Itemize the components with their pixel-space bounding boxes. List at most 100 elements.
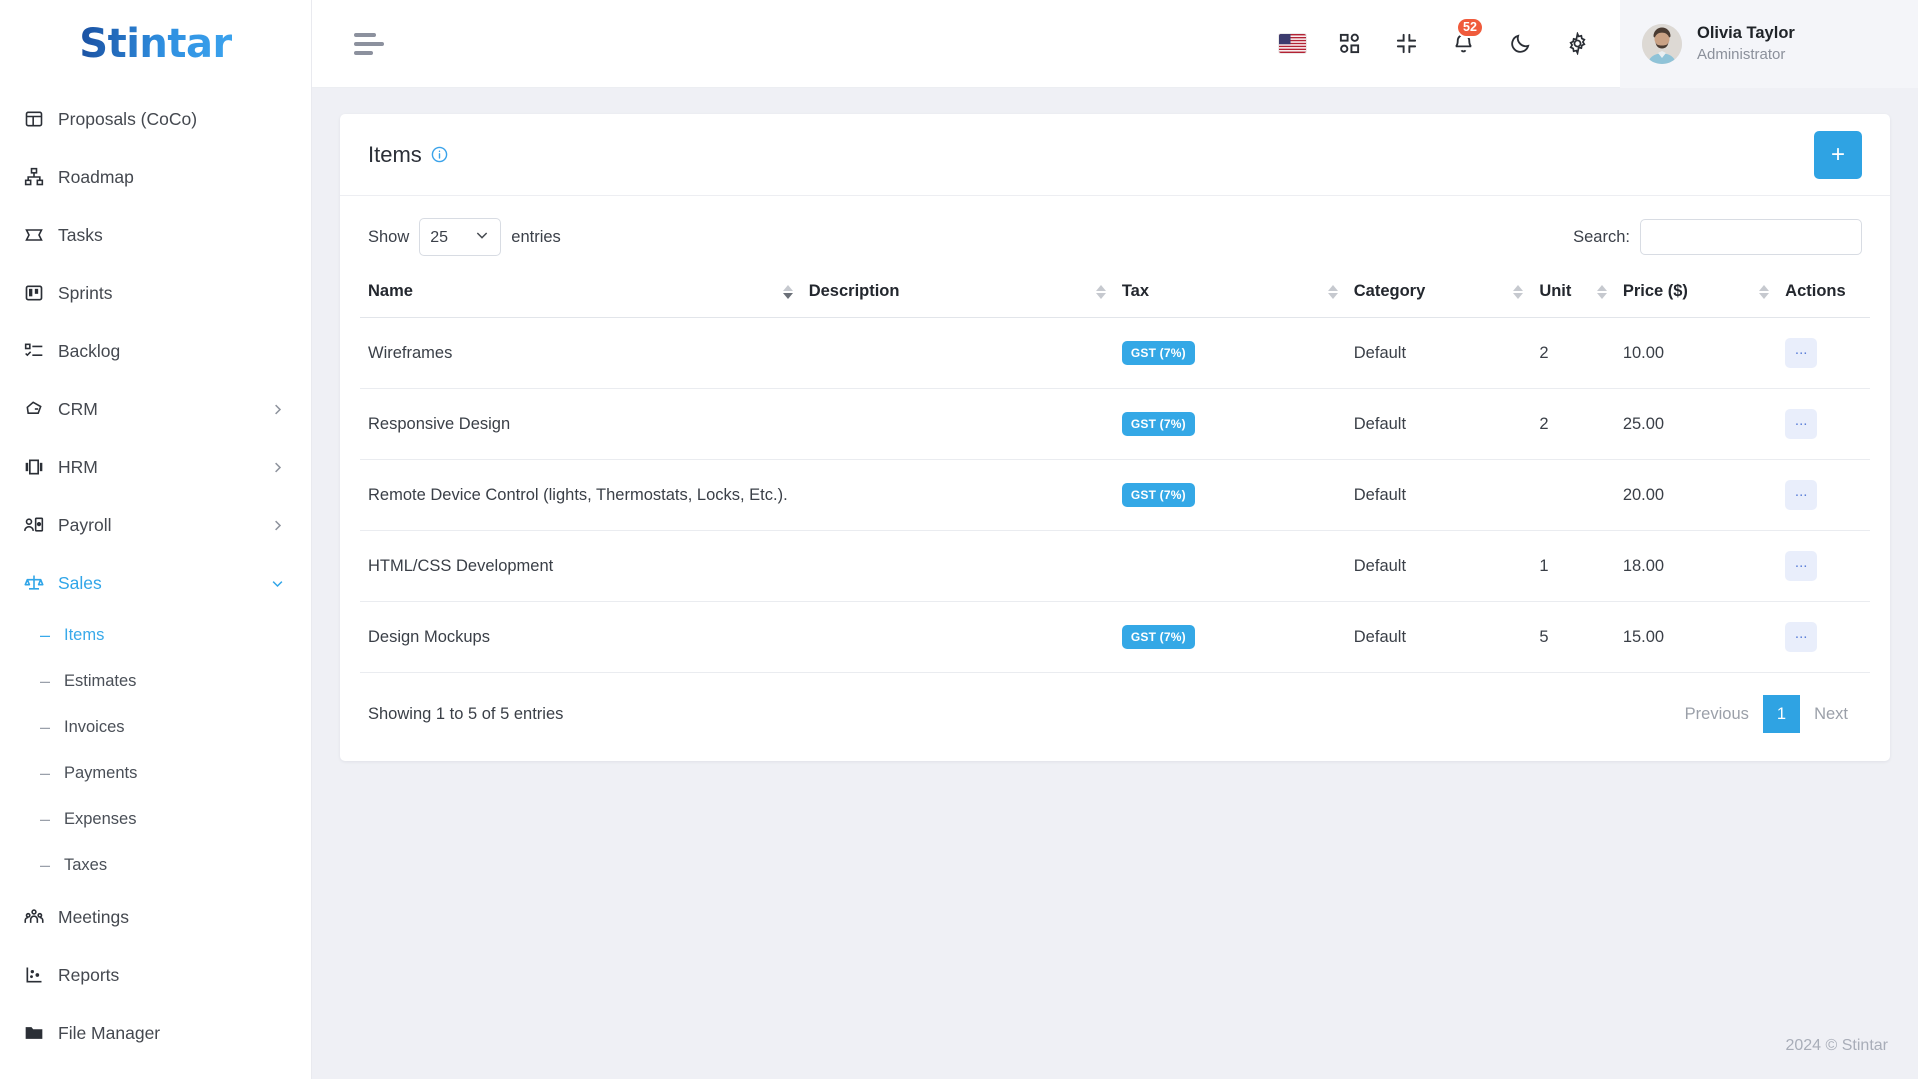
dash-icon: – [40, 762, 51, 783]
topbar-icons: 52 [1277, 16, 1620, 59]
tax-badge: GST (7%) [1121, 625, 1195, 649]
column-label: Actions [1785, 282, 1846, 300]
sidebar-subitem-label: Items [64, 625, 105, 644]
sidebar-subitem-estimates[interactable]: – Estimates [0, 658, 311, 704]
cell-description [800, 317, 1114, 389]
column-header-actions: Actions [1777, 272, 1870, 318]
cell-description [800, 388, 1114, 460]
cell-actions: ... [1777, 317, 1870, 389]
table-row[interactable]: Design Mockups GST (7%) Default 5 15.00 … [360, 601, 1870, 673]
items-table: Name Description Tax Category Unit Price… [360, 272, 1870, 673]
hamburger-icon[interactable] [354, 32, 384, 55]
search-input[interactable] [1640, 219, 1862, 255]
sidebar-item-label: Proposals (CoCo) [58, 108, 198, 129]
sidebar-subitem-invoices[interactable]: – Invoices [0, 704, 311, 750]
row-actions-button[interactable]: ... [1785, 338, 1818, 368]
table-row[interactable]: Remote Device Control (lights, Thermosta… [360, 459, 1870, 531]
cell-unit: 1 [1531, 530, 1615, 602]
sidebar-subitem-label: Expenses [64, 809, 137, 828]
cell-name: Wireframes [360, 317, 801, 389]
cell-description [800, 601, 1114, 673]
sidebar-item-payroll[interactable]: Payroll [0, 496, 311, 554]
sidebar-item-reports[interactable]: Reports [0, 946, 311, 1004]
cell-actions: ... [1777, 459, 1870, 531]
sidebar-item-backlog[interactable]: Backlog [0, 322, 311, 380]
sidebar-item-tasks[interactable]: Tasks [0, 206, 311, 264]
dash-icon: – [40, 854, 51, 875]
cell-category: Default [1345, 459, 1532, 531]
card-title-text: Items [368, 141, 422, 167]
cell-actions: ... [1777, 388, 1870, 460]
fullscreen-exit-icon[interactable] [1391, 29, 1421, 59]
info-circle-icon[interactable] [431, 146, 448, 163]
cell-name: HTML/CSS Development [360, 530, 801, 602]
sidebar-item-meetings[interactable]: Meetings [0, 888, 311, 946]
user-profile[interactable]: Olivia Taylor Administrator [1620, 0, 1918, 88]
add-item-button[interactable]: + [1814, 130, 1862, 179]
reports-icon [24, 965, 58, 985]
search-label: Search: [1573, 227, 1630, 246]
sidebar-item-hrm[interactable]: HRM [0, 438, 311, 496]
sidebar-item-label: Sales [58, 572, 102, 593]
tasks-icon [24, 225, 58, 245]
copyright-text: 2024 © Stintar [1785, 1037, 1888, 1054]
sidebar-item-proposals[interactable]: Proposals (CoCo) [0, 90, 311, 148]
sidebar-subitem-expenses[interactable]: – Expenses [0, 796, 311, 842]
column-header-category[interactable]: Category [1345, 272, 1532, 318]
sidebar-item-file-manager[interactable]: File Manager [0, 1004, 311, 1062]
sidebar-item-label: Sprints [58, 282, 113, 303]
column-header-description[interactable]: Description [800, 272, 1114, 318]
backlog-icon [24, 341, 58, 361]
pagination-next[interactable]: Next [1800, 695, 1862, 733]
row-actions-button[interactable]: ... [1785, 551, 1818, 581]
column-label: Unit [1539, 282, 1572, 300]
sidebar-subitem-payments[interactable]: – Payments [0, 750, 311, 796]
chevron-right-icon [270, 460, 285, 475]
sidebar-subitem-taxes[interactable]: – Taxes [0, 842, 311, 888]
column-header-tax[interactable]: Tax [1113, 272, 1346, 318]
sidebar-item-crm[interactable]: CRM [0, 380, 311, 438]
sort-icon [1327, 284, 1338, 299]
sidebar-item-roadmap[interactable]: Roadmap [0, 148, 311, 206]
sidebar-subitem-label: Taxes [64, 855, 108, 874]
table-row[interactable]: HTML/CSS Development Default 1 18.00 ... [360, 530, 1870, 602]
column-label: Price ($) [1622, 282, 1688, 300]
sort-icon [1095, 284, 1106, 299]
row-actions-button[interactable]: ... [1785, 409, 1818, 439]
language-flag-us-icon[interactable] [1277, 29, 1307, 59]
chevron-down-icon [270, 576, 285, 591]
column-header-unit[interactable]: Unit [1531, 272, 1615, 318]
pagination-page-1[interactable]: 1 [1762, 695, 1801, 733]
sidebar-item-label: Roadmap [58, 166, 134, 187]
cell-unit: 2 [1531, 317, 1615, 389]
show-entries-control: Show 25 entries [368, 218, 561, 256]
row-actions-button[interactable]: ... [1785, 622, 1818, 652]
row-actions-button[interactable]: ... [1785, 480, 1818, 510]
page-length-select[interactable]: 25 [419, 218, 502, 256]
chevron-right-icon [270, 402, 285, 417]
notifications-bell-icon[interactable]: 52 [1448, 16, 1484, 59]
sidebar-item-sales[interactable]: Sales [0, 554, 311, 612]
avatar [1642, 23, 1682, 64]
settings-gear-icon[interactable] [1562, 29, 1592, 59]
chevron-right-icon [270, 518, 285, 533]
notification-badge: 52 [1456, 16, 1484, 38]
sidebar-subitem-label: Invoices [64, 717, 125, 736]
main-area: 52 Olivia Taylor Administrator Items + S… [312, 0, 1918, 1079]
search-control: Search: [1573, 219, 1862, 255]
pagination-previous[interactable]: Previous [1671, 695, 1763, 733]
column-header-price[interactable]: Price ($) [1614, 272, 1778, 318]
column-header-name[interactable]: Name [360, 272, 801, 318]
sidebar-subitem-items[interactable]: – Items [0, 612, 311, 658]
apps-grid-icon[interactable] [1334, 29, 1364, 59]
sidebar-item-label: Payroll [58, 514, 112, 535]
table-row[interactable]: Wireframes GST (7%) Default 2 10.00 ... [360, 317, 1870, 389]
sidebar-item-label: Tasks [58, 224, 103, 245]
table-row[interactable]: Responsive Design GST (7%) Default 2 25.… [360, 388, 1870, 460]
sales-icon [24, 573, 58, 593]
cell-category: Default [1345, 388, 1532, 460]
dark-mode-moon-icon[interactable] [1505, 29, 1535, 59]
sidebar-item-label: Meetings [58, 906, 130, 927]
sidebar-item-sprints[interactable]: Sprints [0, 264, 311, 322]
brand-logo[interactable]: Stintar [0, 0, 311, 88]
